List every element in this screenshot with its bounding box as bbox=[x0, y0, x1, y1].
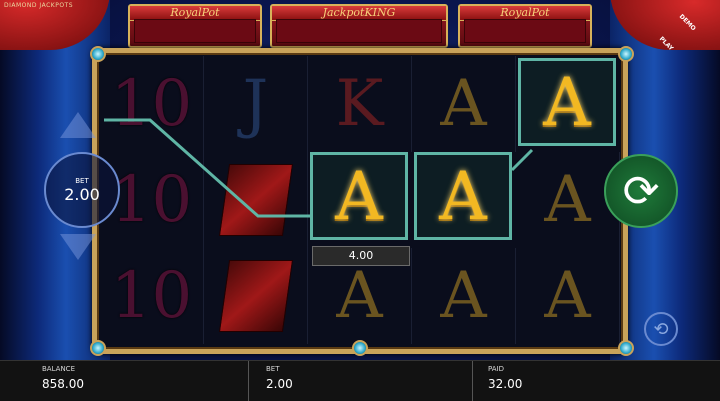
reel-symbol: A bbox=[412, 248, 516, 344]
spin-arrow-icon: ⟳ bbox=[622, 165, 660, 217]
balance-value: 858.00 bbox=[42, 377, 84, 391]
frame-gem-icon bbox=[352, 340, 368, 356]
jackpot-banner-left: RoyalPot bbox=[128, 4, 262, 48]
frame-gem-icon bbox=[618, 340, 634, 356]
frame-gem-icon bbox=[90, 340, 106, 356]
reel-symbol: K bbox=[308, 56, 412, 152]
divider bbox=[472, 361, 473, 401]
balance-label: BALANCE bbox=[42, 365, 75, 373]
bet-control-label: BET bbox=[75, 176, 89, 185]
winning-symbol: A bbox=[518, 58, 616, 146]
jackpot-value-box bbox=[134, 19, 256, 43]
bet-value: 2.00 bbox=[266, 377, 293, 391]
bet-decrease-arrow-icon[interactable] bbox=[60, 234, 96, 260]
paid-value: 32.00 bbox=[488, 377, 523, 391]
jackpot-banner-right: RoyalPot bbox=[458, 4, 592, 48]
balance-display: BALANCE 858.00 bbox=[42, 361, 242, 401]
autoplay-button[interactable]: ⟲ bbox=[644, 312, 678, 346]
reel-symbol: A bbox=[412, 56, 516, 152]
frame-gem-icon bbox=[618, 46, 634, 62]
reel-symbol: J bbox=[204, 56, 308, 152]
divider bbox=[248, 361, 249, 401]
paid-display: PAID 32.00 bbox=[488, 361, 688, 401]
autoplay-icon: ⟲ bbox=[653, 318, 669, 340]
paid-label: PAID bbox=[488, 365, 505, 373]
bottom-bar: BALANCE 858.00 BET 2.00 PAID 32.00 bbox=[0, 360, 720, 401]
reel-symbol: 10 bbox=[100, 56, 204, 152]
brand-logo: DIAMOND JACKPOTS bbox=[4, 2, 74, 9]
bet-control[interactable]: BET 2.00 bbox=[44, 152, 120, 228]
frame-gem-icon bbox=[90, 46, 106, 62]
bet-control-value: 2.00 bbox=[64, 184, 100, 204]
jackpot-banners: RoyalPot JackpotKING RoyalPot bbox=[128, 4, 596, 48]
reel-symbol: A bbox=[516, 248, 620, 344]
bet-increase-arrow-icon[interactable] bbox=[60, 112, 96, 138]
reel-symbol: 10 bbox=[100, 248, 204, 344]
ruby-gem-icon bbox=[218, 260, 293, 332]
reel-symbol-gem bbox=[204, 248, 308, 344]
bet-display: BET 2.00 bbox=[266, 361, 466, 401]
bet-label: BET bbox=[266, 365, 280, 373]
jackpot-value-box bbox=[464, 19, 586, 43]
spin-button[interactable]: ⟳ bbox=[604, 154, 678, 228]
ruby-gem-icon bbox=[218, 164, 293, 236]
reel-symbol-gem bbox=[204, 152, 308, 248]
win-amount: 4.00 bbox=[312, 246, 410, 266]
winning-symbol: A bbox=[414, 152, 512, 240]
jackpot-value-box bbox=[276, 19, 442, 43]
jackpot-banner-center: JackpotKING bbox=[270, 4, 448, 48]
winning-symbol: A bbox=[310, 152, 408, 240]
